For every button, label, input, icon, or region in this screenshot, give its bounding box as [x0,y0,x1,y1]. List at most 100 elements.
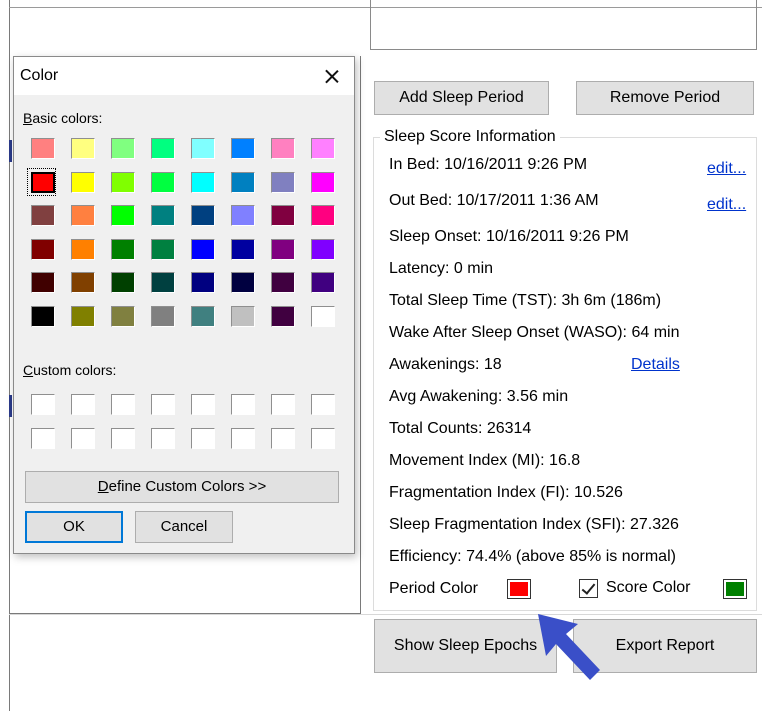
custom-color-swatch[interactable] [27,424,56,452]
color-swatch[interactable] [147,268,176,296]
color-swatch[interactable] [187,168,216,196]
custom-color-swatch[interactable] [267,424,296,452]
close-icon[interactable] [316,60,348,92]
color-swatch[interactable] [27,167,56,196]
color-swatch[interactable] [187,235,216,263]
edit-in-bed-link[interactable]: edit... [707,160,746,178]
latency-text: Latency: 0 min [389,260,494,277]
custom-color-swatch[interactable] [227,424,256,452]
color-swatch[interactable] [267,201,296,229]
color-swatch[interactable] [107,302,136,330]
color-swatch[interactable] [227,168,256,196]
color-swatch-fill [111,171,135,193]
color-swatch[interactable] [227,134,256,162]
color-swatch-fill [271,138,295,159]
add-sleep-period-button[interactable]: Add Sleep Period [374,81,549,115]
color-swatch[interactable] [27,235,56,263]
color-swatch[interactable] [67,201,96,229]
group-title: Sleep Score Information [380,128,560,146]
color-swatch[interactable] [67,235,96,263]
color-swatch[interactable] [67,302,96,330]
color-swatch[interactable] [107,168,136,196]
custom-color-swatch[interactable] [147,390,176,418]
custom-color-fill [71,394,95,415]
color-swatch[interactable] [187,302,216,330]
color-swatch-fill [71,238,95,260]
color-swatch-fill [71,205,95,227]
color-swatch[interactable] [107,268,136,296]
notes-textbox[interactable] [370,0,757,50]
color-swatch[interactable] [147,201,176,229]
remove-period-button[interactable]: Remove Period [576,81,754,115]
out-bed-text: Out Bed: 10/17/2011 1:36 AM [389,192,599,209]
color-swatch[interactable] [27,201,56,229]
score-color-checkbox[interactable] [579,579,598,598]
color-swatch[interactable] [307,235,336,263]
color-swatch[interactable] [227,201,256,229]
custom-color-swatch[interactable] [147,424,176,452]
color-swatch-fill [311,205,335,227]
color-swatch[interactable] [27,134,56,162]
color-swatch[interactable] [307,302,336,330]
color-swatch[interactable] [267,235,296,263]
edit-out-bed-link[interactable]: edit... [707,196,746,214]
custom-color-swatch[interactable] [67,424,96,452]
custom-color-swatch[interactable] [227,390,256,418]
color-swatch[interactable] [147,168,176,196]
basic-colors-label: Basic colors: [23,110,103,126]
color-swatch[interactable] [107,134,136,162]
color-swatch[interactable] [27,302,56,330]
color-swatch[interactable] [187,268,216,296]
color-swatch[interactable] [187,201,216,229]
color-swatch[interactable] [307,201,336,229]
color-swatch[interactable] [267,168,296,196]
color-swatch[interactable] [107,235,136,263]
color-swatch[interactable] [267,268,296,296]
cancel-button[interactable]: Cancel [135,511,233,543]
color-swatch[interactable] [227,268,256,296]
color-swatch[interactable] [267,134,296,162]
custom-color-fill [311,428,335,449]
color-swatch[interactable] [227,235,256,263]
period-color-swatch[interactable] [507,579,531,599]
custom-color-swatch[interactable] [267,390,296,418]
color-swatch[interactable] [187,134,216,162]
color-swatch-fill [151,306,175,327]
custom-color-swatch[interactable] [107,390,136,418]
define-custom-colors-button[interactable]: Define Custom Colors >> [25,471,339,503]
color-swatch[interactable] [67,268,96,296]
color-swatch-fill [111,205,135,227]
custom-color-swatch[interactable] [107,424,136,452]
color-swatch-fill [71,306,95,327]
score-color-swatch[interactable] [723,579,747,599]
color-swatch[interactable] [107,201,136,229]
color-dialog: Color Basic colors: Custom colors: Defin… [13,56,355,554]
color-swatch-fill [191,138,215,159]
color-swatch-fill [271,306,295,327]
color-swatch[interactable] [267,302,296,330]
color-swatch[interactable] [147,235,176,263]
color-swatch-fill [151,272,175,294]
color-swatch-fill [31,138,55,159]
custom-color-swatch[interactable] [307,424,336,452]
color-swatch[interactable] [307,134,336,162]
color-swatch-fill [31,306,55,327]
color-swatch[interactable] [67,134,96,162]
color-swatch[interactable] [27,268,56,296]
color-swatch[interactable] [67,168,96,196]
custom-color-fill [231,394,255,415]
details-link[interactable]: Details [631,356,680,374]
color-swatch[interactable] [147,134,176,162]
custom-color-swatch[interactable] [307,390,336,418]
color-swatch[interactable] [227,302,256,330]
custom-color-swatch[interactable] [67,390,96,418]
color-swatch[interactable] [147,302,176,330]
color-swatch[interactable] [307,268,336,296]
ok-button[interactable]: OK [25,511,123,543]
custom-color-swatch[interactable] [187,424,216,452]
custom-color-swatch[interactable] [27,390,56,418]
color-swatch-fill [71,272,95,294]
custom-color-swatch[interactable] [187,390,216,418]
custom-color-fill [31,428,55,449]
color-swatch[interactable] [307,168,336,196]
